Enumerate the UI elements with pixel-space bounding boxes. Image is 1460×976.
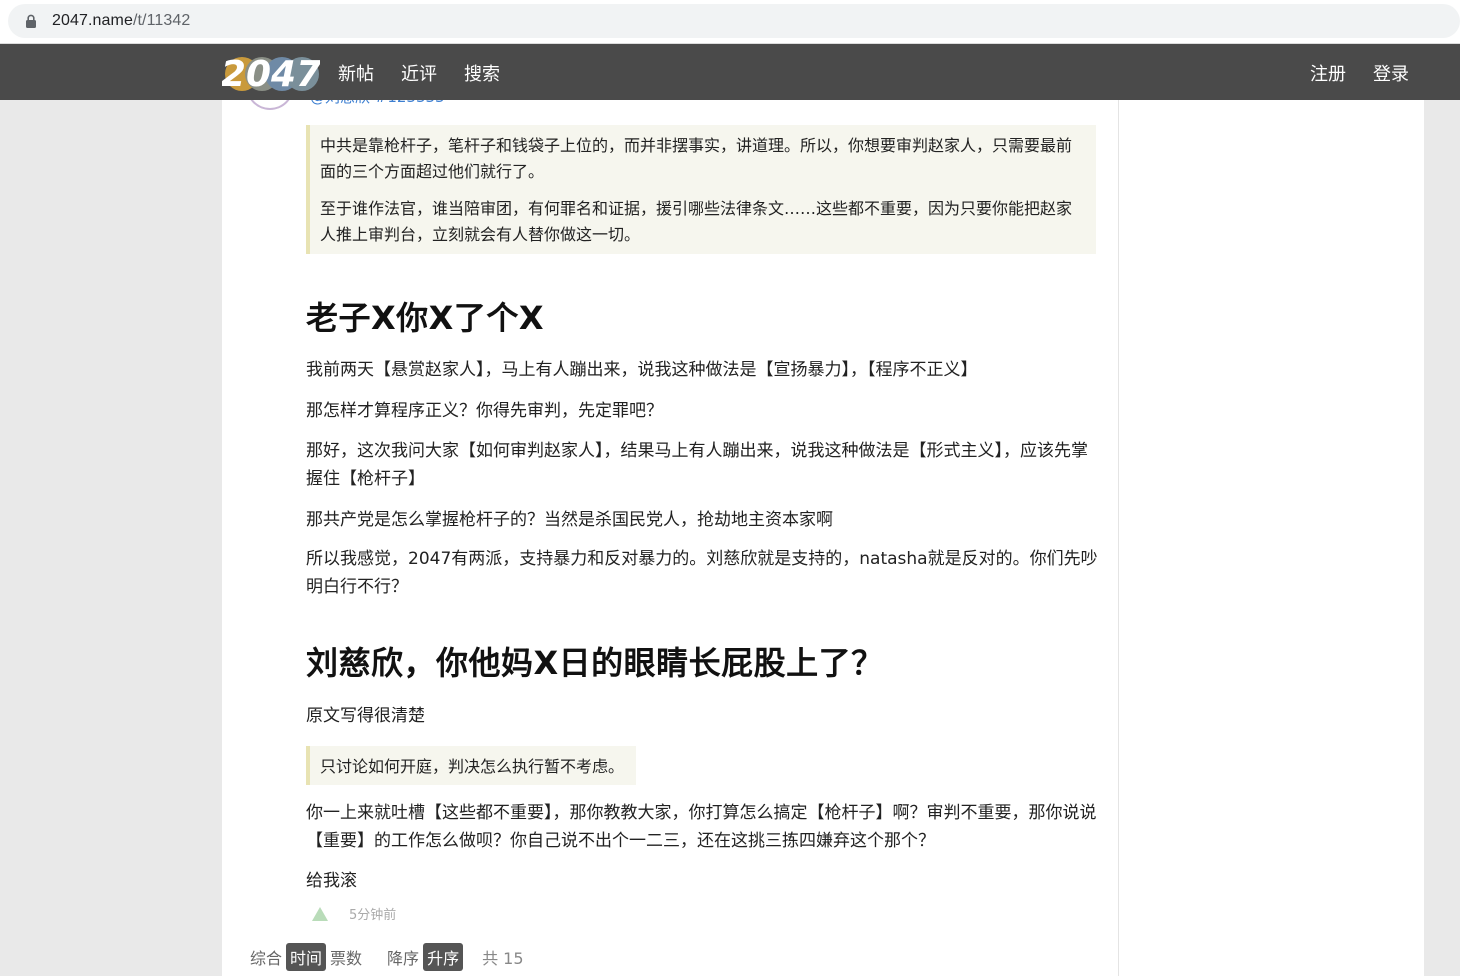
upvote-icon[interactable] — [312, 906, 328, 921]
sidebar-divider — [1118, 100, 1119, 976]
comment-count: 共 15 — [482, 949, 524, 968]
browser-toolbar: 2047.name/t/11342 — [0, 0, 1460, 44]
site-navbar: 2047 新帖 近评 搜索 注册 登录 — [0, 44, 1460, 100]
lock-icon[interactable] — [24, 14, 38, 28]
url-host: 2047.name — [52, 12, 133, 29]
post-paragraph: 那共产党是怎么掌握枪杆子的？当然是杀国民党人，抢劫地主资本家啊 — [306, 510, 833, 530]
quote-block: 只讨论如何开庭，判决怎么执行暂不考虑。 — [306, 746, 637, 785]
post-heading: 刘慈欣，你他妈X日的眼睛长屁股上了？ — [306, 644, 884, 682]
nav-recent-comments[interactable]: 近评 — [401, 60, 437, 86]
nav-register[interactable]: 注册 — [1310, 60, 1346, 86]
url-text: 2047.name/t/11342 — [52, 12, 190, 30]
nav-login[interactable]: 登录 — [1373, 60, 1409, 86]
quote-paragraph: 只讨论如何开庭，判决怎么执行暂不考虑。 — [320, 757, 625, 776]
post-paragraph: 我前两天【悬赏赵家人】，马上有人蹦出来，说我这种做法是【宣扬暴力】，【程序不正义… — [306, 360, 978, 380]
post-paragraph: 所以我感觉，2047有两派，支持暴力和反对暴力的。刘慈欣就是支持的，natash… — [306, 549, 1098, 597]
post-time: 5分钟前 — [349, 908, 397, 923]
order-desc[interactable]: 降序 — [384, 943, 422, 971]
address-bar[interactable]: 2047.name/t/11342 — [8, 4, 1460, 38]
nav-search[interactable]: 搜索 — [464, 60, 500, 86]
post-paragraph: 那好，这次我问大家【如何审判赵家人】，结果马上有人蹦出来，说我这种做法是【形式主… — [306, 441, 1088, 489]
sort-time[interactable]: 时间 — [286, 943, 327, 971]
post-paragraph: 给我滚 — [306, 871, 357, 891]
sort-bar: 综合 时间 票数 降序 升序 共 15 — [247, 943, 525, 971]
vote-row: 5分钟前 — [312, 904, 396, 923]
post-paragraph: 那怎样才算程序正义？你得先审判，先定罪吧？ — [306, 401, 663, 421]
quote-paragraph: 至于谁作法官，谁当陪审团，有何罪名和证据，援引哪些法律条文……这些都不重要，因为… — [320, 199, 1073, 244]
post-heading: 老子X你X了个X — [306, 299, 545, 337]
post-paragraph: 你一上来就吐槽【这些都不重要】，那你教教大家，你打算怎么搞定【枪杆子】啊？审判不… — [306, 803, 1097, 851]
sort-composite[interactable]: 综合 — [247, 943, 285, 971]
order-asc[interactable]: 升序 — [423, 943, 464, 971]
logo-text: 2047 — [222, 54, 320, 95]
post-paragraph: 原文写得很清楚 — [306, 706, 425, 726]
quote-paragraph: 中共是靠枪杆子，笔杆子和钱袋子上位的，而并非摆事实，讲道理。所以，你想要审判赵家… — [320, 136, 1073, 181]
site-logo[interactable]: 2047 — [221, 50, 321, 96]
url-path: /t/11342 — [132, 12, 191, 29]
quote-block: 中共是靠枪杆子，笔杆子和钱袋子上位的，而并非摆事实，讲道理。所以，你想要审判赵家… — [306, 125, 1096, 254]
nav-new-posts[interactable]: 新帖 — [338, 60, 374, 86]
sort-votes[interactable]: 票数 — [327, 943, 365, 971]
